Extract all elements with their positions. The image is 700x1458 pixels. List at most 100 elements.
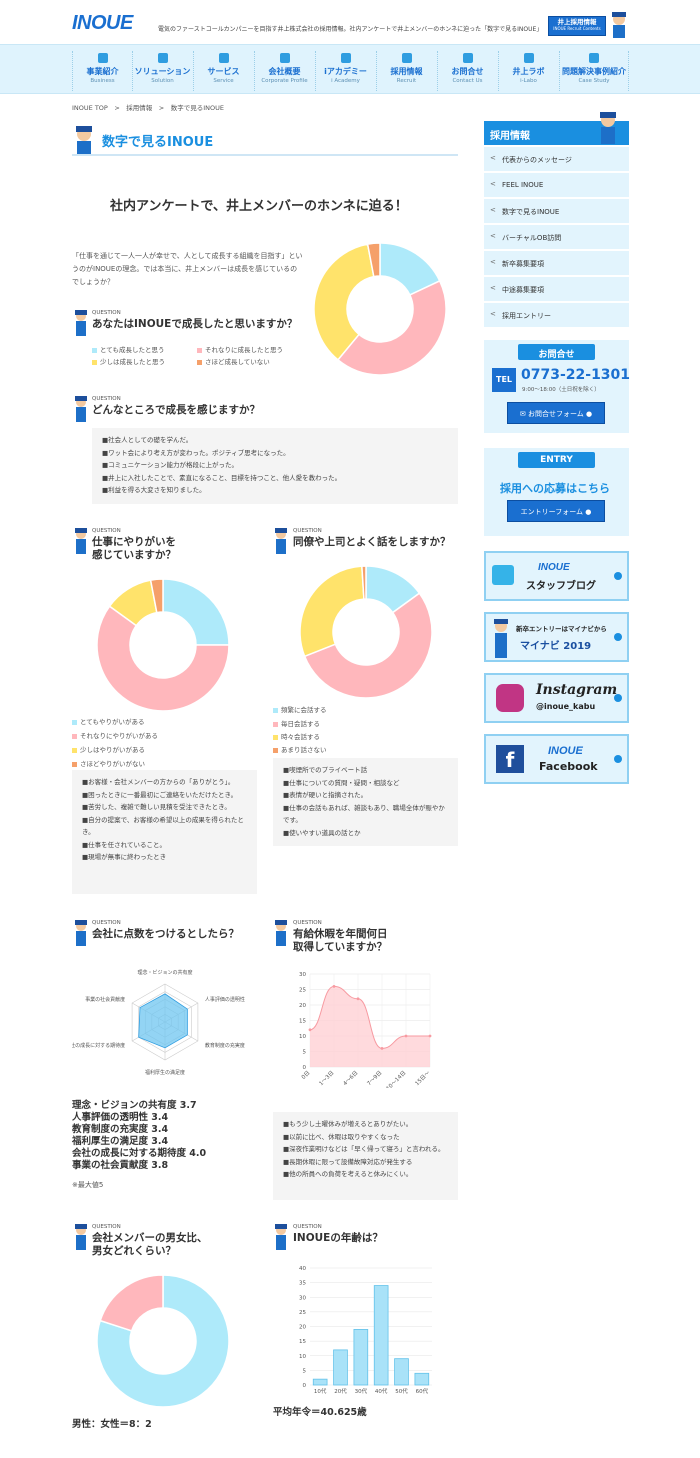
line-point [308, 1028, 312, 1032]
donut-slice [162, 578, 230, 646]
tel-number[interactable]: 0773-22-1301 [521, 367, 630, 383]
sidebar-item-new-grad[interactable]: 新卒募集要項 [484, 251, 629, 275]
question-label: QUESTION [293, 528, 322, 534]
sidebar-item-virtual-ob[interactable]: バーチャルOB訪問 [484, 225, 629, 249]
answer-item: ■井上に入社したことで、素直になること、目標を持つこと、他人愛を教わった。 [102, 473, 342, 482]
line-point [404, 1034, 408, 1038]
sidebar-item-mid-career[interactable]: 中途募集要項 [484, 277, 629, 301]
mascot-icon [75, 528, 87, 554]
mail-icon [462, 53, 473, 63]
mascot-icon [612, 12, 626, 38]
mail-icon: ✉ [519, 410, 528, 418]
instagram-banner[interactable]: Instagram @inoue_kabu [484, 673, 629, 723]
contact-title: お問合せ [518, 344, 595, 360]
arrow-icon [614, 633, 622, 641]
mynavi-banner[interactable]: 新卒エントリーはマイナビから マイナビ 2019 [484, 612, 629, 662]
q3-legend-item: とてもやりがいがある [72, 716, 144, 726]
y-tick-label: 40 [299, 1266, 306, 1272]
site-logo[interactable]: INOUE [72, 12, 133, 35]
question-label: QUESTION [92, 1224, 121, 1230]
chart-icon [589, 53, 599, 63]
bar [394, 1358, 409, 1386]
x-tick-label: 60代 [416, 1387, 429, 1395]
answer-item: ■他の所員への負荷を考えると休みにくい。 [283, 1170, 413, 1178]
facebook-banner[interactable]: f INOUE Facebook [484, 734, 629, 784]
radar-label: 福利厚生の満足度 [145, 1069, 185, 1076]
x-tick-label: 10代 [314, 1387, 327, 1395]
nav-corporate-profile[interactable]: 会社概要 Corporate Profile [254, 51, 314, 91]
score-item: 理念・ビジョンの共有度 3.7 [72, 1100, 197, 1111]
arrow-icon [614, 694, 622, 702]
q8-bar-chart: 0 5 10 15 20 25 30 35 40 10代 20代 30代 40代 50代 60代 [299, 1266, 432, 1395]
answer-item: ■もう少し土曜休みが増えるとありがたい。 [283, 1120, 413, 1128]
score-item: 人事評価の透明性 3.4 [72, 1112, 169, 1123]
nav-i-labo[interactable]: 井上ラボ i-Labo [498, 51, 558, 91]
q3-legend-item: 少しはやりがいがある [72, 744, 145, 754]
answer-item: ■仕事を任されていること。 [82, 840, 166, 849]
radar-area [138, 993, 188, 1049]
nav-business[interactable]: 事業紹介 Business [72, 51, 132, 91]
q2-answers-box: ■社会人としての礎を学んだ。 ■ワット会により考え方が変わった。ポジティブ思考に… [92, 428, 458, 504]
mascot-icon [75, 1224, 87, 1250]
nav-service[interactable]: サービス Service [193, 51, 253, 91]
nav-i-academy[interactable]: iアカデミー i Academy [315, 51, 375, 91]
staff-blog-banner[interactable]: INOUE スタッフブログ [484, 551, 629, 601]
sidebar-item-entry[interactable]: 採用エントリー [484, 303, 629, 327]
mascot-icon [76, 126, 92, 154]
answer-item: ■使いやすい道具の話とか [283, 828, 361, 837]
q4-legend-item: 時々会話する [273, 731, 320, 741]
entry-lead: 採用への応募はこちら [500, 482, 610, 495]
q6-title: 有給休暇を年間何日 取得していますか？ [293, 928, 388, 953]
q7-title: 会社メンバーの男女比、 男女どれくらい？ [92, 1232, 208, 1257]
x-tick-label: 40代 [375, 1387, 388, 1395]
sidebar-item-numbers[interactable]: 数字で見るINOUE [484, 199, 629, 223]
breadcrumb[interactable]: INOUE TOP > 採用情報 > 数字で見るINOUE [72, 102, 224, 112]
answer-item: ■コミュニケーション能力が格段に上がった。 [102, 461, 239, 469]
y-tick-label: 15 [299, 1339, 306, 1345]
question-label: QUESTION [92, 396, 121, 402]
mascot-icon [275, 920, 287, 946]
x-tick-label: 1〜3日 [318, 1069, 336, 1087]
recruit-contents-badge[interactable]: 井上採用情報 INOUE Recruit Contents [548, 16, 606, 36]
y-tick-label: 30 [299, 972, 306, 978]
score-item: 福利厚生の満足度 3.4 [72, 1136, 169, 1147]
nav-contact[interactable]: お問合せ Contact Us [437, 51, 497, 91]
arrow-icon [614, 755, 622, 763]
x-tick-label: 0日 [300, 1069, 311, 1080]
answer-item: ■仕事についての質問・疑問・相談など [283, 778, 400, 787]
q4-legend-item: 毎日会話する [273, 718, 320, 728]
title-underline [72, 154, 458, 156]
x-tick-label: 7〜9日 [366, 1069, 384, 1087]
people-icon [401, 53, 412, 63]
nav-solution[interactable]: ソリューション Solution [132, 51, 192, 91]
instagram-icon [496, 684, 524, 712]
building-icon [279, 53, 290, 63]
q2-title: どんなところで成長を感じますか？ [92, 404, 260, 416]
mascot-icon [600, 112, 616, 144]
entry-form-button[interactable]: エントリーフォーム ● [507, 500, 605, 522]
contact-form-button[interactable]: ✉ お問合せフォーム ● [507, 402, 605, 424]
y-tick-label: 20 [299, 1325, 306, 1331]
score-item: 事業の社会貢献度 3.8 [72, 1160, 169, 1171]
sidebar-item-feel-inoue[interactable]: FEEL INOUE [484, 173, 629, 197]
bar [312, 1378, 328, 1386]
x-tick-label: 50代 [395, 1387, 408, 1395]
q1-donut-chart [313, 242, 447, 376]
nav-recruit[interactable]: 採用情報 Recruit [376, 51, 436, 91]
x-tick-label: 20代 [334, 1387, 347, 1395]
x-tick-label: 10〜14日 [385, 1069, 408, 1088]
y-tick-label: 5 [303, 1050, 307, 1056]
line-area [310, 986, 430, 1067]
radar-label: 教育制度の充実度 [205, 1042, 245, 1049]
tel-label: TEL [492, 368, 516, 392]
mascot-icon [275, 528, 287, 554]
bar [373, 1285, 389, 1386]
lightbulb-icon [157, 53, 168, 63]
donut-slice [299, 565, 365, 658]
entry-title: ENTRY [518, 452, 595, 468]
q5-scores: 理念・ビジョンの共有度 3.7 人事評価の透明性 3.4 教育制度の充実度 3.… [72, 1100, 206, 1172]
nav-case-study[interactable]: 問題解決事例紹介 Case Study [559, 51, 629, 91]
sidebar-item-message[interactable]: 代表からのメッセージ [484, 147, 629, 171]
q6-line-chart: 0510152025300日 1〜3日 4〜6日 7〜9日 10〜14日 15日〜 [299, 972, 432, 1088]
x-tick-label: 30代 [355, 1387, 368, 1395]
